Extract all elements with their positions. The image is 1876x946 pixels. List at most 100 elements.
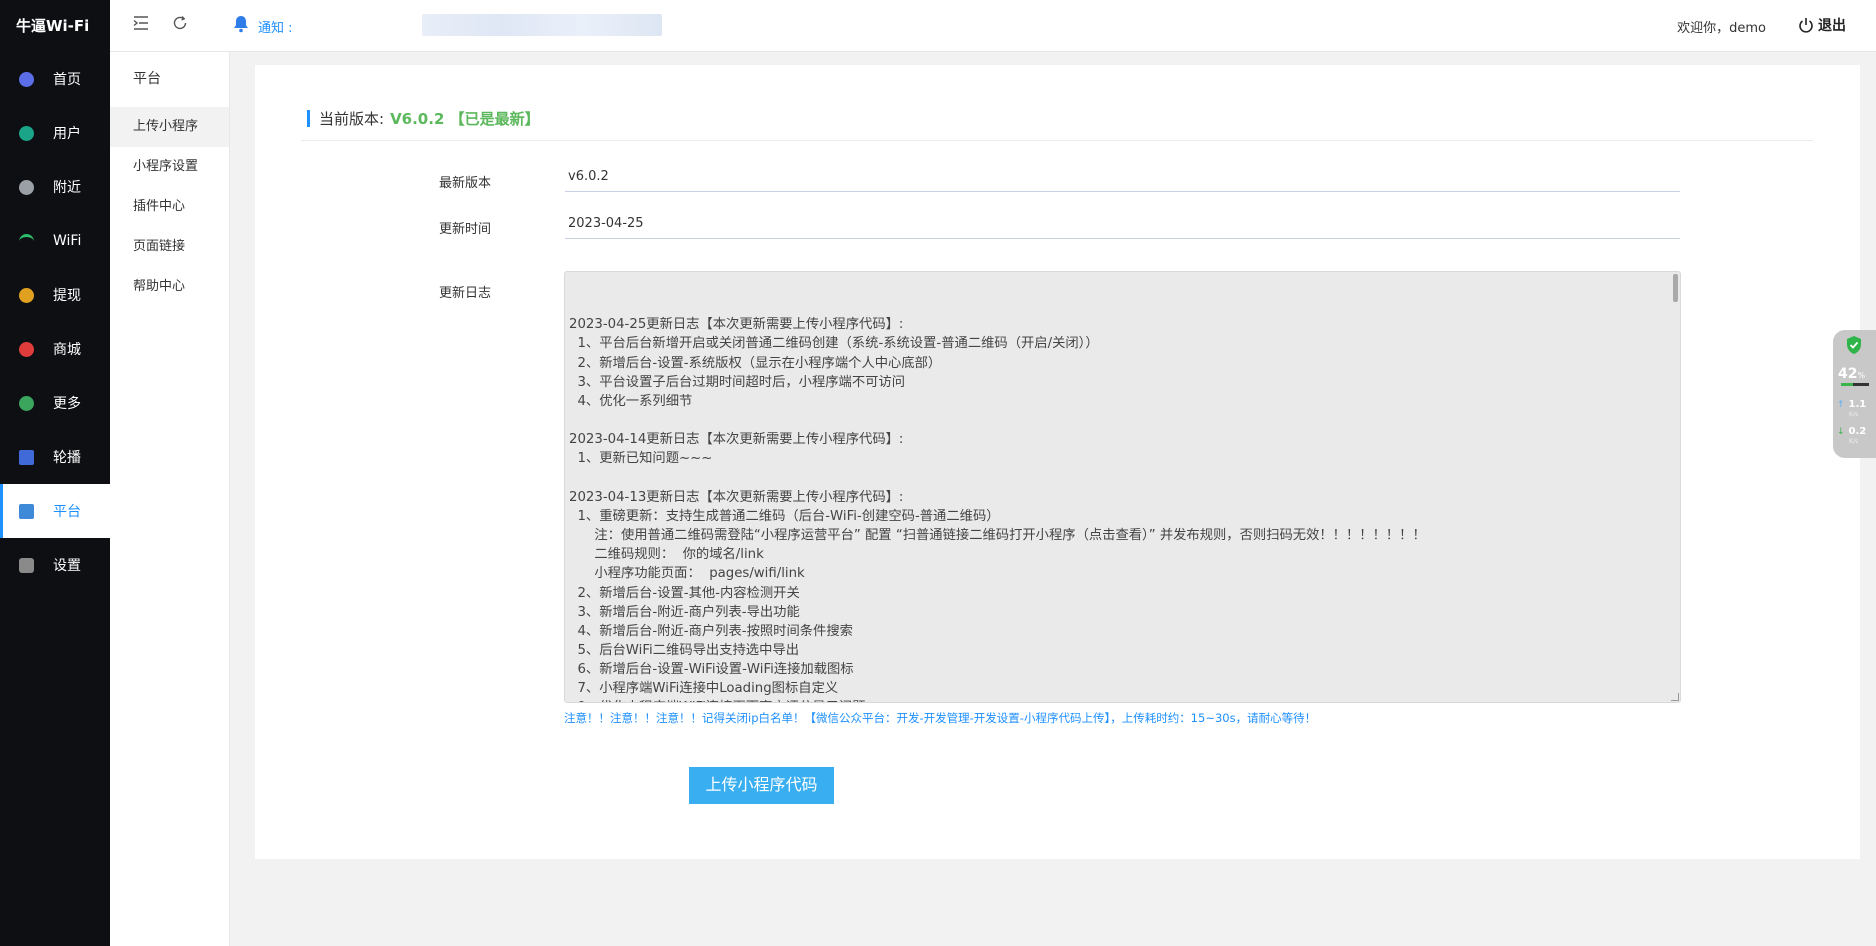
log-line: 4、新增后台-附近-商户列表-按照时间条件搜索 [569, 623, 853, 639]
wifi-icon [19, 233, 34, 249]
sub-item-plugin-center[interactable]: 插件中心 [110, 187, 229, 227]
carousel-icon [19, 449, 34, 465]
sidebar-item-label: 提现 [53, 288, 81, 304]
shop-icon [19, 341, 34, 357]
sub-sidebar: 平台 上传小程序 小程序设置 插件中心 页面链接 帮助中心 [110, 52, 230, 946]
bell-icon [233, 15, 249, 33]
log-line: 3、平台设置子后台过期时间超时后，小程序端不可访问 [569, 374, 906, 390]
upload-speed-value: 1.1 [1848, 399, 1867, 410]
log-line: 9、优化小程序端WiFi连接页面商户评分显示问题 [569, 698, 1676, 702]
sidebar-item-label: 商城 [53, 342, 81, 358]
arrow-up-icon: ↑ [1837, 400, 1845, 410]
sidebar-item-wifi[interactable]: WiFi [0, 214, 110, 268]
platform-icon [19, 503, 34, 519]
current-version: 当前版本: V6.0.2 【已是最新】 [307, 108, 540, 129]
sidebar-item-carousel[interactable]: 轮播 [0, 430, 110, 484]
log-line: 1、更新已知问题~~~ [569, 451, 713, 467]
logout-label: 退出 [1818, 18, 1846, 34]
sidebar-item-home[interactable]: 首页 [0, 52, 110, 106]
location-icon [19, 179, 34, 195]
sub-item-page-links[interactable]: 页面链接 [110, 227, 229, 267]
memory-percent-value: 42 [1838, 366, 1858, 382]
update-time-field[interactable]: 2023-04-25 [565, 212, 1680, 239]
top-header: 通知 : 欢迎你，demo 退出 [110, 0, 1876, 52]
main-card: 当前版本: V6.0.2 【已是最新】 最新版本 v6.0.2 更新时间 202… [255, 65, 1860, 859]
download-speed: ↓ 0.2 K/s [1837, 427, 1866, 447]
notice-marquee [422, 14, 662, 36]
sidebar-item-settings[interactable]: 设置 [0, 538, 110, 592]
resize-handle[interactable] [1671, 693, 1679, 701]
upload-speed: ↑ 1.1 K/s [1837, 400, 1866, 420]
shield-check-icon [1845, 335, 1863, 355]
sub-sidebar-title: 平台 [133, 71, 161, 87]
version-value: V6.0.2 【已是最新】 [390, 110, 540, 128]
sidebar-item-label: 平台 [53, 504, 81, 520]
network-monitor-widget[interactable]: 42% ↑ 1.1 K/s ↓ 0.2 K/s [1833, 330, 1876, 458]
upload-code-button[interactable]: 上传小程序代码 [689, 767, 834, 804]
update-log-textarea[interactable]: 2023-04-25更新日志【本次更新需要上传小程序代码】: 1、平台后台新增开… [564, 271, 1681, 703]
sidebar-item-shop[interactable]: 商城 [0, 322, 110, 376]
sub-item-help-center[interactable]: 帮助中心 [110, 267, 229, 307]
log-line: 2、新增后台-设置-其他-内容检测开关 [569, 585, 800, 601]
sidebar-item-user[interactable]: 用户 [0, 106, 110, 160]
upload-speed-unit: K/s [1849, 411, 1859, 418]
log-line: 1、重磅更新：支持生成普通二维码（后台-WiFi-创建空码-普通二维码） [569, 508, 1000, 524]
withdraw-icon [19, 287, 34, 303]
sidebar-item-label: 设置 [53, 558, 81, 574]
log-line: 2023-04-13更新日志【本次更新需要上传小程序代码】: [569, 489, 904, 505]
divider [301, 140, 1813, 141]
sub-item-miniprogram-settings[interactable]: 小程序设置 [110, 147, 229, 187]
menu-collapse-icon[interactable] [131, 15, 151, 35]
more-icon [19, 395, 34, 411]
log-line: 5、后台WiFi二维码导出支持选中导出 [569, 642, 799, 658]
sidebar-item-label: 附近 [53, 180, 81, 196]
log-line: 6、新增后台-设置-WiFi设置-WiFi连接加载图标 [569, 662, 854, 678]
memory-percent-unit: % [1857, 371, 1866, 380]
log-line: 注：使用普通二维码需登陆“小程序运营平台” 配置 “扫普通链接二维码打开小程序（… [569, 528, 1426, 544]
sidebar-item-platform[interactable]: 平台 [0, 484, 110, 538]
update-time-label: 更新时间 [438, 222, 491, 237]
notice-label: 通知 : [258, 21, 293, 36]
sub-item-upload-miniprogram[interactable]: 上传小程序 [110, 107, 229, 147]
sidebar-item-label: 轮播 [53, 450, 81, 466]
power-icon [1799, 18, 1813, 33]
log-line: 7、小程序端WiFi连接中Loading图标自定义 [569, 681, 839, 697]
user-icon [19, 125, 34, 141]
upload-warning: 注意！！注意！！注意！！记得关闭ip白名单！【微信公众平台：开发-开发管理-开发… [564, 711, 1317, 725]
log-scrollbar[interactable] [1673, 274, 1678, 302]
settings-icon [19, 557, 34, 573]
download-speed-unit: K/s [1849, 438, 1859, 445]
sidebar-item-label: 用户 [53, 126, 81, 142]
title-accent-bar [307, 110, 310, 127]
log-line: 小程序功能页面： pages/wifi/link [569, 566, 805, 582]
sidebar-item-label: 更多 [53, 396, 81, 412]
sidebar-nav: 首页用户附近 WiFi 提现商城更多轮播平台设置 [0, 52, 110, 592]
arrow-down-icon: ↓ [1837, 427, 1845, 437]
logout-button[interactable]: 退出 [1798, 15, 1846, 35]
memory-bar [1841, 383, 1869, 386]
log-line: 4、优化一系列细节 [569, 393, 693, 409]
refresh-icon[interactable] [170, 15, 190, 35]
sidebar-item-label: 首页 [53, 72, 81, 88]
app-logo: 牛逼Wi-Fi [16, 17, 90, 35]
sidebar-item-label: WiFi [53, 233, 82, 249]
welcome-text: 欢迎你，demo [1677, 21, 1766, 36]
main-sidebar: 牛逼Wi-Fi 首页用户附近 WiFi 提现商城更多轮播平台设置 [0, 0, 110, 946]
latest-version-field[interactable]: v6.0.2 [565, 165, 1680, 192]
memory-percent: 42% [1838, 366, 1865, 382]
sidebar-item-location[interactable]: 附近 [0, 160, 110, 214]
log-line: 1、平台后台新增开启或关闭普通二维码创建（系统-系统设置-普通二维码（开启/关闭… [569, 336, 1099, 352]
home-icon [19, 71, 34, 87]
sidebar-item-more[interactable]: 更多 [0, 376, 110, 430]
log-line: 2023-04-25更新日志【本次更新需要上传小程序代码】: [569, 317, 904, 333]
update-log-label: 更新日志 [438, 286, 491, 301]
memory-bar-fill [1841, 383, 1853, 386]
log-line: 2023-04-14更新日志【本次更新需要上传小程序代码】: [569, 432, 904, 448]
latest-version-label: 最新版本 [438, 176, 491, 191]
sidebar-item-withdraw[interactable]: 提现 [0, 268, 110, 322]
download-speed-value: 0.2 [1848, 426, 1867, 437]
log-line: 2、新增后台-设置-系统版权（显示在小程序端个人中心底部） [569, 355, 942, 371]
log-line: 二维码规则： 你的域名/link [569, 547, 764, 563]
